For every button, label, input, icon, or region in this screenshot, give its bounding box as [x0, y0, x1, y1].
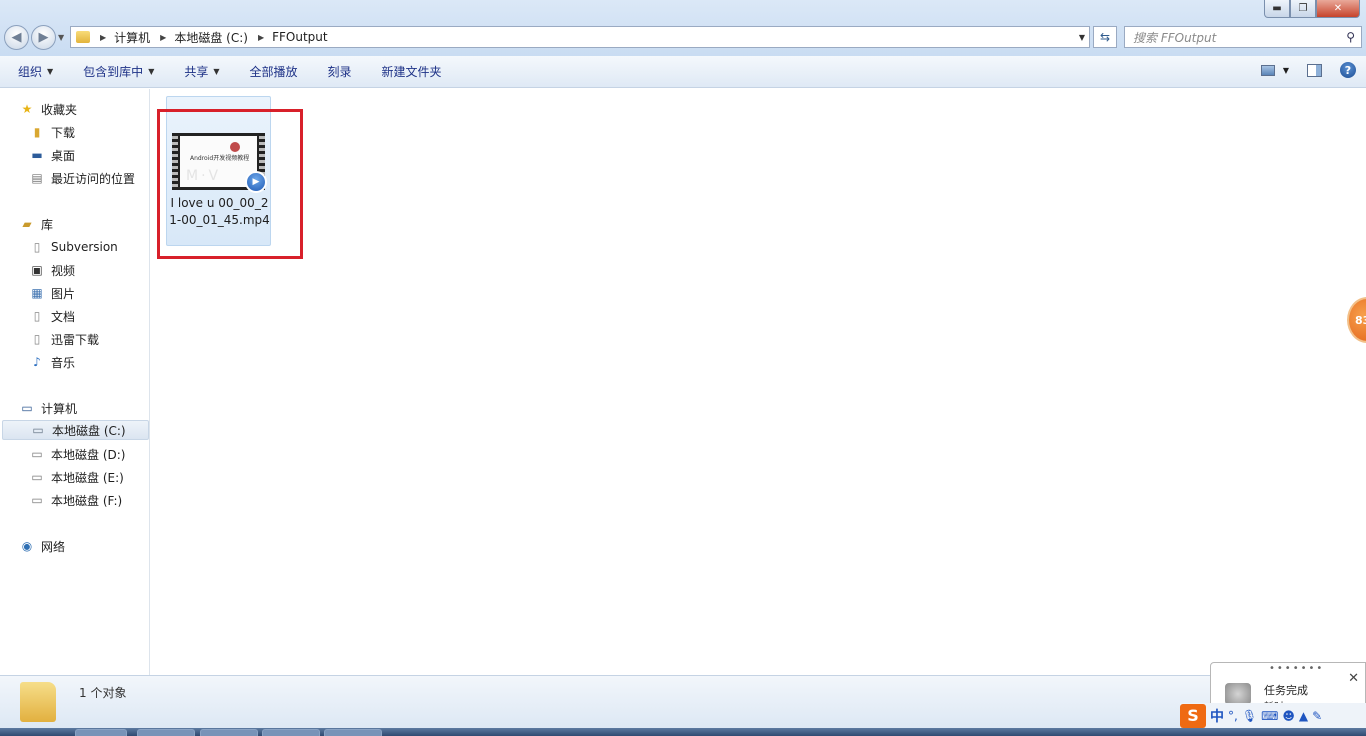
address-bar[interactable]: ▶ 计算机 ▶ 本地磁盘 (C:) ▶ FFOutput ▼	[70, 26, 1090, 48]
nav-subversion[interactable]: ▯ Subversion	[29, 237, 118, 257]
folder-icon	[76, 31, 90, 43]
drive-icon: ▭	[31, 470, 43, 484]
nav-desktop[interactable]: ▬ 桌面	[29, 145, 75, 165]
nav-computer[interactable]: ▭ 计算机	[19, 398, 77, 418]
chevron-right-icon: ▶	[257, 32, 265, 42]
nav-network[interactable]: ◉ 网络	[19, 536, 65, 556]
breadcrumb-computer[interactable]: ▶ 计算机	[100, 29, 150, 46]
include-in-library-menu[interactable]: 包含到库中 ▼	[83, 63, 154, 80]
organize-menu[interactable]: 组织 ▼	[18, 63, 53, 80]
preview-pane-button[interactable]	[1307, 63, 1322, 77]
chevron-down-icon: ▼	[47, 67, 54, 76]
nav-drive-e[interactable]: ▭ 本地磁盘 (E:)	[29, 467, 123, 487]
document-icon: ▯	[33, 240, 41, 254]
library-icon: ▰	[22, 217, 32, 231]
user-icon[interactable]: ☻	[1282, 709, 1295, 723]
file-list: Android开发视频教程 M·V ▶ I love u 00_00_21-00…	[151, 89, 1366, 675]
nav-music[interactable]: ♪ 音乐	[29, 352, 75, 372]
title-bar: ▬ ❐ ✕ ◀ ▶ ▼ ▶ 计算机 ▶ 本地磁盘 (C:) ▶ FFOutput ▼ …	[0, 0, 1366, 56]
sogou-logo-icon[interactable]: S	[1180, 703, 1206, 728]
recent-places-icon: ▤	[31, 171, 43, 185]
minimize-button[interactable]: ▬	[1264, 0, 1290, 18]
nav-drive-f[interactable]: ▭ 本地磁盘 (F:)	[29, 490, 122, 510]
download-folder-icon: ▮	[33, 125, 41, 139]
document-icon: ▯	[33, 309, 41, 323]
refresh-button[interactable]: ⇆	[1093, 26, 1117, 48]
taskbar-item[interactable]	[75, 729, 127, 736]
breadcrumb-drive-c[interactable]: ▶ 本地磁盘 (C:)	[160, 29, 248, 46]
nav-documents[interactable]: ▯ 文档	[29, 306, 75, 326]
drag-handle[interactable]: •••••••	[1269, 663, 1324, 674]
chevron-right-icon: ▶	[100, 32, 107, 42]
chevron-down-icon: ▼	[148, 67, 155, 76]
back-button[interactable]: ◀	[4, 25, 29, 50]
punctuation-icon[interactable]: °,	[1228, 709, 1238, 723]
share-menu[interactable]: 共享 ▼	[184, 63, 219, 80]
recent-pages-dropdown[interactable]: ▼	[58, 33, 64, 42]
film-icon: ▣	[31, 263, 43, 277]
search-icon[interactable]: ⚲	[1346, 30, 1355, 44]
ime-toolbar: S 中 °, 🎙 ⌨ ☻ ▲ ✎	[1180, 703, 1366, 728]
status-bar: 1 个对象	[0, 675, 1366, 728]
new-folder-button[interactable]: 新建文件夹	[382, 63, 442, 80]
command-bar: 组织 ▼ 包含到库中 ▼ 共享 ▼ 全部播放 刻录 新建文件夹 ▼ ?	[0, 56, 1366, 88]
nav-videos[interactable]: ▣ 视频	[29, 260, 75, 280]
navigation-pane: ★ 收藏夹 ▮ 下载 ▬ 桌面 ▤ 最近访问的位置 ▰ 库 ▯ Subversion ▣ 视频…	[0, 89, 150, 675]
taskbar-item[interactable]	[324, 729, 382, 736]
nav-recent-places[interactable]: ▤ 最近访问的位置	[29, 168, 135, 188]
document-icon: ▯	[33, 332, 41, 346]
nav-libraries[interactable]: ▰ 库	[19, 214, 53, 234]
system-drive-icon: ▭	[32, 423, 44, 437]
breadcrumb-ffoutput[interactable]: ▶ FFOutput	[258, 30, 328, 44]
refresh-icon: ⇆	[1099, 30, 1111, 44]
desktop-icon: ▬	[31, 148, 43, 162]
drive-icon: ▭	[31, 493, 43, 507]
taskbar-item[interactable]	[262, 729, 320, 736]
forward-button[interactable]: ▶	[31, 25, 56, 50]
close-button[interactable]: ✕	[1316, 0, 1360, 18]
skin-icon[interactable]: ▲	[1299, 709, 1308, 723]
network-icon: ◉	[21, 539, 33, 553]
chevron-right-icon: ▶	[160, 32, 167, 42]
help-button[interactable]: ?	[1340, 62, 1356, 78]
drive-icon: ▭	[31, 447, 43, 461]
nav-pictures[interactable]: ▦ 图片	[29, 283, 75, 303]
maximize-button[interactable]: ❐	[1290, 0, 1316, 18]
music-note-icon: ♪	[33, 355, 41, 369]
star-icon: ★	[21, 102, 33, 116]
chevron-down-icon: ▼	[213, 67, 220, 76]
selection-highlight-box	[157, 109, 303, 259]
task-complete-notification: ••••••• ✕ 任务完成 耗时: 00:01:01	[1210, 662, 1366, 708]
folder-icon	[20, 682, 56, 722]
taskbar-item[interactable]	[200, 729, 258, 736]
computer-icon: ▭	[21, 401, 33, 415]
play-all-button[interactable]: 全部播放	[250, 63, 298, 80]
microphone-icon[interactable]: 🎙	[1242, 709, 1257, 723]
input-language-toggle[interactable]: 中	[1210, 706, 1224, 726]
arrow-right-icon: ▶	[38, 30, 49, 45]
search-input[interactable]: 搜索 FFOutput ⚲	[1124, 26, 1362, 48]
picture-icon: ▦	[31, 286, 43, 300]
item-count: 1 个对象	[79, 686, 127, 700]
taskbar-item[interactable]	[137, 729, 195, 736]
burn-button[interactable]: 刻录	[328, 63, 352, 80]
arrow-left-icon: ◀	[11, 30, 22, 45]
nav-thunder-downloads[interactable]: ▯ 迅雷下载	[29, 329, 99, 349]
close-notification-button[interactable]: ✕	[1348, 671, 1359, 686]
app-icon	[1225, 683, 1251, 705]
wrench-icon[interactable]: ✎	[1312, 709, 1322, 723]
view-icon	[1260, 64, 1275, 76]
nav-drive-d[interactable]: ▭ 本地磁盘 (D:)	[29, 444, 125, 464]
nav-drive-c[interactable]: ▭ 本地磁盘 (C:)	[2, 420, 149, 440]
chevron-down-icon: ▼	[1282, 65, 1289, 75]
window-controls: ▬ ❐ ✕	[1264, 0, 1360, 18]
keyboard-icon[interactable]: ⌨	[1261, 709, 1278, 723]
address-dropdown[interactable]: ▼	[1079, 33, 1085, 42]
nav-downloads[interactable]: ▮ 下载	[29, 122, 75, 142]
nav-favorites[interactable]: ★ 收藏夹	[19, 99, 77, 119]
change-view-button[interactable]: ▼	[1260, 64, 1289, 76]
